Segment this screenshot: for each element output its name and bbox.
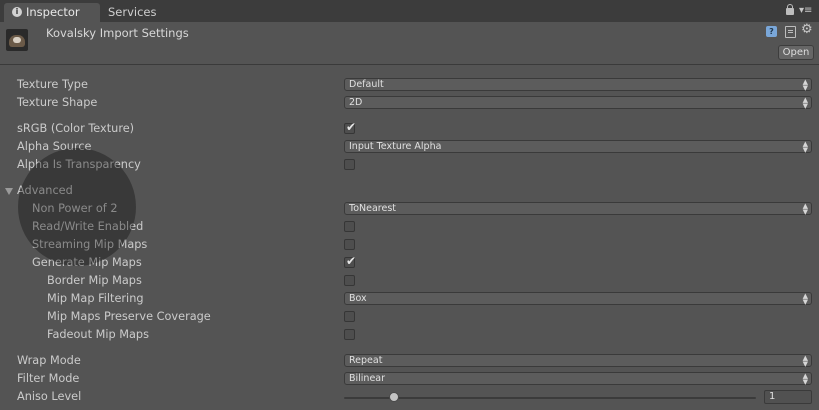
mip-map-filtering-value: Box	[349, 293, 367, 304]
border-mip-maps-checkbox[interactable]	[344, 275, 355, 286]
generate-mip-maps-checkbox[interactable]: ✔	[344, 254, 357, 268]
streaming-mip-maps-checkbox[interactable]	[344, 239, 355, 250]
texture-shape-row: Texture Shape 2D ▲ ▼	[0, 94, 819, 112]
wrap-mode-value: Repeat	[349, 355, 383, 366]
preserve-coverage-label: Mip Maps Preserve Coverage	[47, 310, 211, 323]
dropdown-arrows-icon: ▲ ▼	[802, 202, 808, 216]
texture-type-row: Texture Type Default ▲ ▼	[0, 76, 819, 94]
asset-thumbnail	[6, 29, 28, 51]
advanced-foldout[interactable]: Advanced	[0, 182, 819, 200]
lock-icon[interactable]	[786, 4, 794, 15]
srgb-label: sRGB (Color Texture)	[17, 122, 135, 135]
texture-shape-dropdown[interactable]: 2D ▲ ▼	[344, 96, 812, 110]
fadeout-mip-maps-checkbox[interactable]	[344, 329, 355, 340]
alpha-is-transparency-row: Alpha Is Transparency	[0, 156, 819, 174]
alpha-source-dropdown[interactable]: Input Texture Alpha ▲ ▼	[344, 140, 812, 154]
foldout-arrow-icon[interactable]	[5, 188, 13, 195]
wrap-mode-label: Wrap Mode	[17, 354, 81, 367]
texture-type-dropdown[interactable]: Default ▲ ▼	[344, 78, 812, 92]
wrap-mode-dropdown[interactable]: Repeat ▲ ▼	[344, 354, 812, 368]
dropdown-arrows-icon: ▲ ▼	[802, 372, 808, 386]
srgb-checkbox[interactable]: ✔	[344, 120, 357, 134]
tab-inspector[interactable]: i Inspector	[4, 3, 100, 22]
aniso-level-field[interactable]: 1	[764, 390, 812, 404]
texture-shape-label: Texture Shape	[17, 96, 98, 109]
srgb-row: sRGB (Color Texture) ✔	[0, 120, 819, 138]
filter-mode-label: Filter Mode	[17, 372, 80, 385]
mip-map-filtering-dropdown[interactable]: Box ▲ ▼	[344, 292, 812, 306]
dropdown-arrows-icon: ▲ ▼	[802, 292, 808, 306]
streaming-mip-maps-row: Streaming Mip Maps	[0, 236, 819, 254]
advanced-label[interactable]: Advanced	[17, 182, 73, 200]
inspector-header: Kovalsky Import Settings ? ⚙ Open	[0, 22, 819, 65]
preserve-coverage-row: Mip Maps Preserve Coverage	[0, 308, 819, 326]
tab-menu-icon[interactable]: ▾≡	[799, 6, 812, 16]
checkmark-icon: ✔	[346, 120, 357, 134]
border-mip-maps-row: Border Mip Maps	[0, 272, 819, 290]
fadeout-mip-maps-label: Fadeout Mip Maps	[47, 328, 149, 341]
tab-inspector-label: Inspector	[26, 5, 80, 19]
mip-map-filtering-label: Mip Map Filtering	[47, 292, 144, 305]
filter-mode-dropdown[interactable]: Bilinear ▲ ▼	[344, 372, 812, 386]
alpha-source-row: Alpha Source Input Texture Alpha ▲ ▼	[0, 138, 819, 156]
non-power-of-2-label: Non Power of 2	[32, 202, 118, 215]
dropdown-arrows-icon: ▲ ▼	[802, 96, 808, 110]
alpha-source-label: Alpha Source	[17, 140, 92, 153]
aniso-level-label: Aniso Level	[17, 390, 82, 403]
tab-services-label: Services	[108, 5, 157, 19]
filter-mode-row: Filter Mode Bilinear ▲ ▼	[0, 370, 819, 388]
help-icon[interactable]: ?	[766, 26, 777, 37]
alpha-is-transparency-checkbox[interactable]	[344, 159, 355, 170]
filter-mode-value: Bilinear	[349, 373, 386, 384]
aniso-level-slider-thumb[interactable]	[388, 392, 399, 402]
gear-icon[interactable]: ⚙	[801, 23, 813, 37]
fadeout-mip-maps-row: Fadeout Mip Maps	[0, 326, 819, 344]
aniso-level-value: 1	[769, 391, 776, 402]
mip-map-filtering-row: Mip Map Filtering Box ▲ ▼	[0, 290, 819, 308]
tab-bar: i Inspector Services ▾≡	[0, 0, 819, 22]
dropdown-arrows-icon: ▲ ▼	[802, 354, 808, 368]
wrap-mode-row: Wrap Mode Repeat ▲ ▼	[0, 352, 819, 370]
texture-type-value: Default	[349, 79, 384, 90]
read-write-label: Read/Write Enabled	[32, 220, 144, 233]
aniso-level-slider[interactable]	[344, 397, 756, 399]
texture-shape-value: 2D	[349, 97, 363, 108]
non-power-of-2-value: ToNearest	[349, 203, 396, 214]
open-button[interactable]: Open	[778, 45, 814, 60]
preserve-coverage-checkbox[interactable]	[344, 311, 355, 322]
header-title: Kovalsky Import Settings	[46, 26, 189, 40]
tab-services[interactable]: Services	[100, 3, 186, 22]
read-write-row: Read/Write Enabled	[0, 218, 819, 236]
dropdown-arrows-icon: ▲ ▼	[802, 140, 808, 154]
alpha-source-value: Input Texture Alpha	[349, 141, 442, 152]
preset-icon[interactable]	[785, 26, 796, 38]
aniso-level-row: Aniso Level 1	[0, 388, 819, 406]
texture-type-label: Texture Type	[17, 78, 88, 91]
read-write-checkbox[interactable]	[344, 221, 355, 232]
border-mip-maps-label: Border Mip Maps	[47, 274, 142, 287]
streaming-mip-maps-label: Streaming Mip Maps	[32, 238, 148, 251]
dropdown-arrows-icon: ▲ ▼	[802, 78, 808, 92]
alpha-is-transparency-label: Alpha Is Transparency	[17, 158, 141, 171]
checkmark-icon: ✔	[346, 254, 357, 268]
generate-mip-maps-label: Generate Mip Maps	[32, 256, 142, 269]
generate-mip-maps-row: Generate Mip Maps ✔	[0, 254, 819, 272]
info-icon: i	[12, 7, 22, 17]
non-power-of-2-dropdown[interactable]: ToNearest ▲ ▼	[344, 202, 812, 216]
non-power-of-2-row: Non Power of 2 ToNearest ▲ ▼	[0, 200, 819, 218]
